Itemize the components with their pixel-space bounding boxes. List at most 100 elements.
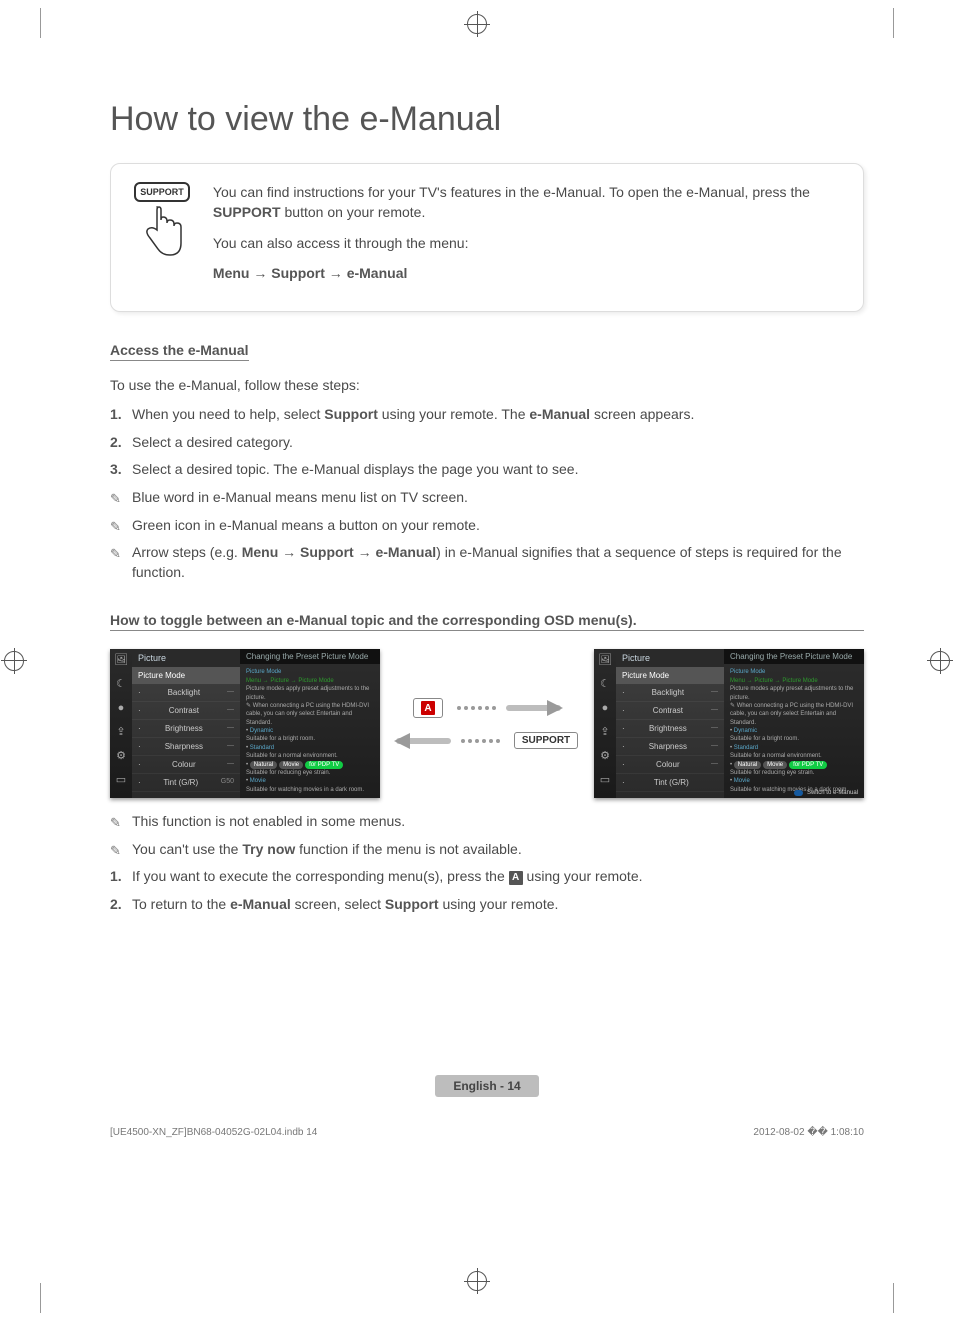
osd-menu-column: Picture Picture Mode ·Backlight— ·Contra…: [132, 649, 240, 798]
text: When connecting a PC using the HDMI-DVI …: [246, 703, 369, 726]
emanual-detail-panel: Changing the Preset Picture Mode Picture…: [724, 649, 864, 798]
step-number: 2.: [110, 433, 122, 453]
text: Select a desired category.: [132, 434, 293, 450]
list-item: 2. Select a desired category.: [110, 433, 864, 453]
osd-menu-item: ·Contrast—: [616, 702, 724, 720]
list-item: ✎Green icon in e-Manual means a button o…: [110, 516, 864, 536]
section-heading-toggle: How to toggle between an e-Manual topic …: [110, 612, 864, 631]
text: using your remote.: [527, 868, 643, 884]
access-notes: ✎ Blue word in e-Manual means menu list o…: [110, 488, 864, 582]
detail-footer: Switch to e-Manual: [794, 790, 858, 796]
emanual-screenshot: 🖼 ☾ ● ⇪ ⚙ ▭ Picture Picture Mode ·Backli…: [594, 649, 864, 798]
system-icon: ⇪: [114, 725, 128, 739]
network-icon: ●: [114, 701, 128, 715]
note-icon: ✎: [110, 490, 121, 508]
osd-menu-head: Picture: [132, 649, 240, 667]
text: Movie: [734, 778, 750, 784]
print-file-name: [UE4500-XN_ZF]BN68-04052G-02L04.indb 14: [110, 1127, 317, 1138]
text: Suitable for a bright room.: [730, 735, 858, 743]
list-item: ✎ You can't use the Try now function if …: [110, 840, 864, 860]
text-bold: e-Manual: [529, 406, 590, 422]
text: Picture modes apply preset adjustments t…: [730, 685, 858, 702]
list-item: 2. To return to the e-Manual screen, sel…: [110, 895, 864, 915]
text: To return to the: [132, 896, 230, 912]
text: Standard: [250, 745, 274, 751]
intro-support-bold: SUPPORT: [213, 204, 281, 220]
note-icon: ✎: [110, 545, 121, 563]
page-footer: English - 14: [110, 1075, 864, 1097]
text: Suitable for reducing eye strain.: [730, 769, 858, 777]
intro-line2: You can also access it through the menu:: [213, 233, 841, 253]
osd-menu-item: ·Brightness—: [132, 720, 240, 738]
list-item: 1. If you want to execute the correspond…: [110, 867, 864, 887]
osd-menu-item: ·Colour—: [616, 756, 724, 774]
text: Arrow steps (e.g.: [132, 544, 242, 560]
step-number: 1.: [110, 405, 122, 425]
text: Picture modes apply preset adjustments t…: [246, 685, 374, 702]
access-steps: 1. When you need to help, select Support…: [110, 405, 864, 480]
network-icon: ●: [598, 701, 612, 715]
arrows-column: A SUPPORT: [390, 698, 584, 749]
text: If you want to execute the corresponding…: [132, 868, 509, 884]
text: Blue word in e-Manual means menu list on…: [132, 489, 468, 505]
list-item: 1. When you need to help, select Support…: [110, 405, 864, 425]
text: function if the menu is not available.: [295, 841, 521, 857]
crop-mark: [893, 1283, 894, 1313]
osd-menu-item: ·Backlight—: [132, 684, 240, 702]
osd-menu-item: ·Backlight—: [616, 684, 724, 702]
list-item: 3. Select a desired topic. The e-Manual …: [110, 460, 864, 480]
text: using your remote.: [439, 896, 559, 912]
text: Suitable for watching movies in a dark r…: [246, 786, 374, 794]
text: Select a desired topic. The e-Manual dis…: [132, 461, 578, 477]
text: You can't use the: [132, 841, 242, 857]
text: Suitable for reducing eye strain.: [246, 769, 374, 777]
text: When you need to help, select: [132, 406, 324, 422]
text-bold: Try now: [242, 841, 295, 857]
toggle-notes: ✎This function is not enabled in some me…: [110, 812, 864, 859]
osd-menu-head: Picture: [616, 649, 724, 667]
detail-title: Changing the Preset Picture Mode: [724, 649, 864, 664]
detail-body: Picture Mode Menu → Picture → Picture Mo…: [240, 664, 380, 798]
detail-breadcrumb: Menu → Picture → Picture Mode: [246, 677, 374, 685]
text: When connecting a PC using the HDMI-DVI …: [730, 703, 853, 726]
support-button-label: SUPPORT: [134, 182, 190, 202]
intro-box: SUPPORT You can find instructions for yo…: [110, 163, 864, 312]
osd-side-icons: 🖼 ☾ ● ⇪ ⚙ ▭: [594, 649, 616, 798]
osd-menu-item: ·Tint (G/R): [616, 774, 724, 792]
text: Suitable for a bright room.: [246, 735, 374, 743]
osd-menu-selected: Picture Mode: [132, 667, 240, 684]
a-key-icon-inline: A: [509, 871, 523, 885]
arrow-row-left: SUPPORT: [396, 732, 578, 749]
print-timestamp: 2012-08-02 �� 1:08:10: [753, 1127, 864, 1138]
detail-title: Changing the Preset Picture Mode: [240, 649, 380, 664]
remote-support-icon: SUPPORT: [133, 182, 191, 293]
note-icon: ✎: [110, 842, 121, 860]
picture-icon: 🖼: [598, 653, 612, 667]
step-number: 3.: [110, 460, 122, 480]
picture-icon: 🖼: [114, 653, 128, 667]
toggle-steps: 1. If you want to execute the correspond…: [110, 867, 864, 914]
system-icon: ⇪: [598, 725, 612, 739]
text: using your remote. The: [378, 406, 529, 422]
note-icon: ✎: [110, 518, 121, 536]
screenshots-row: 🖼 ☾ ● ⇪ ⚙ ▭ Picture Picture Mode ·Backli…: [110, 649, 864, 798]
intro-line1-post: button on your remote.: [281, 204, 426, 220]
sound-icon: ☾: [598, 677, 612, 691]
text: Dynamic: [250, 728, 273, 734]
text-bold: Support: [324, 406, 378, 422]
osd-menu-screenshot: 🖼 ☾ ● ⇪ ⚙ ▭ Picture Picture Mode ·Backli…: [110, 649, 380, 798]
detail-topic: Picture Mode: [730, 668, 858, 676]
osd-menu-column: Picture Picture Mode ·Backlight— ·Contra…: [616, 649, 724, 798]
note-icon: ✎: [110, 814, 121, 832]
text-bold: e-Manual: [230, 896, 291, 912]
access-lead: To use the e-Manual, follow these steps:: [110, 377, 864, 393]
list-item: ✎This function is not enabled in some me…: [110, 812, 864, 832]
language-page-badge: English - 14: [435, 1075, 538, 1097]
osd-side-icons: 🖼 ☾ ● ⇪ ⚙ ▭: [110, 649, 132, 798]
page-title: How to view the e-Manual: [110, 100, 864, 139]
hand-press-icon: [139, 206, 185, 262]
support-key-box: SUPPORT: [514, 732, 578, 749]
step-number: 1.: [110, 867, 122, 887]
support-icon: ▭: [598, 773, 612, 787]
text-bold: Support: [385, 896, 439, 912]
